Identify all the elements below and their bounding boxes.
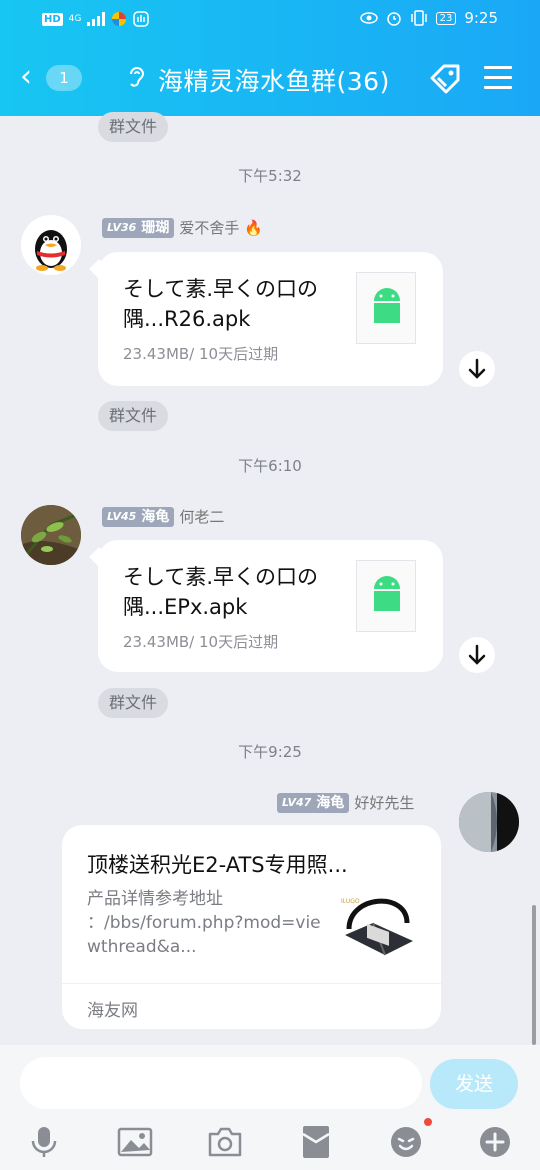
download-arrow-icon [468, 358, 486, 379]
mic-icon[interactable] [26, 1124, 62, 1160]
title-bar: ‹ 1 海精灵海水鱼群(36) [0, 48, 540, 110]
apk-file-icon [356, 560, 416, 632]
avatar[interactable] [459, 792, 519, 852]
plus-icon[interactable] [477, 1124, 513, 1160]
ear-icon[interactable] [126, 64, 148, 90]
sender-name[interactable]: 爱不舍手 [179, 217, 239, 238]
file-message-bubble[interactable]: そして素.早くの口の隅...EPx.apk 23.43MB/ 10天后过期 [98, 540, 443, 672]
network-label: 4G [68, 14, 82, 24]
hand-icon [133, 11, 150, 27]
timestamp: 下午9:25 [238, 743, 302, 761]
file-name: そして素.早くの口の隅...EPx.apk [123, 565, 319, 619]
group-file-tag[interactable]: 群文件 [98, 112, 169, 142]
avatar[interactable] [21, 215, 81, 275]
input-toolbar [0, 1120, 540, 1168]
image-icon[interactable] [117, 1124, 153, 1160]
camera-icon[interactable] [207, 1124, 243, 1160]
file-name: そして素.早くの口の隅...R26.apk [123, 277, 319, 331]
fire-icon: 🔥 [244, 218, 264, 237]
rank-badge: 海龟 [141, 506, 175, 527]
svg-text:ILUGO: ILUGO [341, 898, 360, 905]
file-message-bubble[interactable]: そして素.早くの口の隅...R26.apk 23.43MB/ 10天后过期 [98, 252, 443, 386]
app-logo-icon [112, 12, 127, 26]
group-file-tag[interactable]: 群文件 [98, 688, 169, 718]
file-meta: 23.43MB/ 10天后过期 [123, 633, 279, 651]
hd-icon: HD [42, 12, 63, 26]
link-description: 产品详情参考地址 ：/bbs/forum.php?mod=viewthread&… [87, 889, 321, 957]
vibrate-icon [410, 10, 427, 26]
input-bar: 发送 [0, 1045, 540, 1170]
timestamp: 下午6:10 [238, 457, 302, 475]
group-file-tag[interactable]: 群文件 [98, 401, 169, 431]
file-meta: 23.43MB/ 10天后过期 [123, 345, 279, 363]
avatar[interactable] [21, 505, 81, 565]
notification-dot [424, 1118, 432, 1126]
sender-line: LV45 海龟 何老二 [102, 506, 224, 527]
rank-badge: 珊瑚 [141, 217, 175, 238]
back-chevron-icon[interactable]: ‹ [20, 62, 32, 92]
battery-icon: 23 [435, 11, 457, 25]
sender-name[interactable]: 何老二 [179, 506, 224, 527]
link-card-bubble[interactable]: 顶楼送积光E2-ATS专用照... 产品详情参考地址 ：/bbs/forum.p… [62, 825, 441, 1029]
top-header: HD 4G 23 9:25 ‹ 1 海精灵海水鱼群(36) [0, 0, 540, 116]
apk-file-icon [356, 272, 416, 344]
alarm-icon [386, 12, 401, 26]
red-packet-icon[interactable] [298, 1124, 334, 1160]
penguin-icon [21, 215, 81, 275]
user-photo-icon [459, 792, 519, 852]
timestamp: 下午5:32 [238, 167, 302, 185]
scrollbar[interactable] [532, 905, 536, 1045]
sender-name[interactable]: 好好先生 [354, 792, 414, 813]
download-arrow-icon [468, 644, 486, 665]
level-badge: LV36 [102, 217, 142, 238]
signal-icon [87, 12, 106, 26]
link-source: 海友网 [62, 983, 441, 1029]
menu-icon[interactable] [484, 66, 512, 90]
group-tag-icon[interactable] [428, 62, 462, 96]
eye-icon [359, 12, 378, 24]
emoji-icon[interactable] [388, 1124, 424, 1160]
status-bar: HD 4G 23 9:25 [0, 0, 540, 40]
sender-line: LV36 珊瑚 爱不舍手 🔥 [102, 217, 263, 238]
rank-badge: 海龟 [316, 792, 350, 813]
product-thumbnail-icon: ILUGO [337, 883, 417, 963]
status-time: 9:25 [464, 9, 498, 27]
download-button[interactable] [459, 351, 495, 387]
level-badge: LV47 [277, 792, 317, 813]
level-badge: LV45 [102, 506, 142, 527]
plant-photo-icon [21, 505, 81, 565]
unread-count-badge[interactable]: 1 [46, 65, 82, 91]
send-button[interactable]: 发送 [430, 1059, 518, 1109]
download-button[interactable] [459, 637, 495, 673]
message-input[interactable] [20, 1057, 422, 1109]
sender-line: LV47 海龟 好好先生 [277, 792, 414, 813]
link-title: 顶楼送积光E2-ATS专用照... [87, 853, 348, 877]
chat-title: 海精灵海水鱼群(36) [158, 67, 390, 96]
